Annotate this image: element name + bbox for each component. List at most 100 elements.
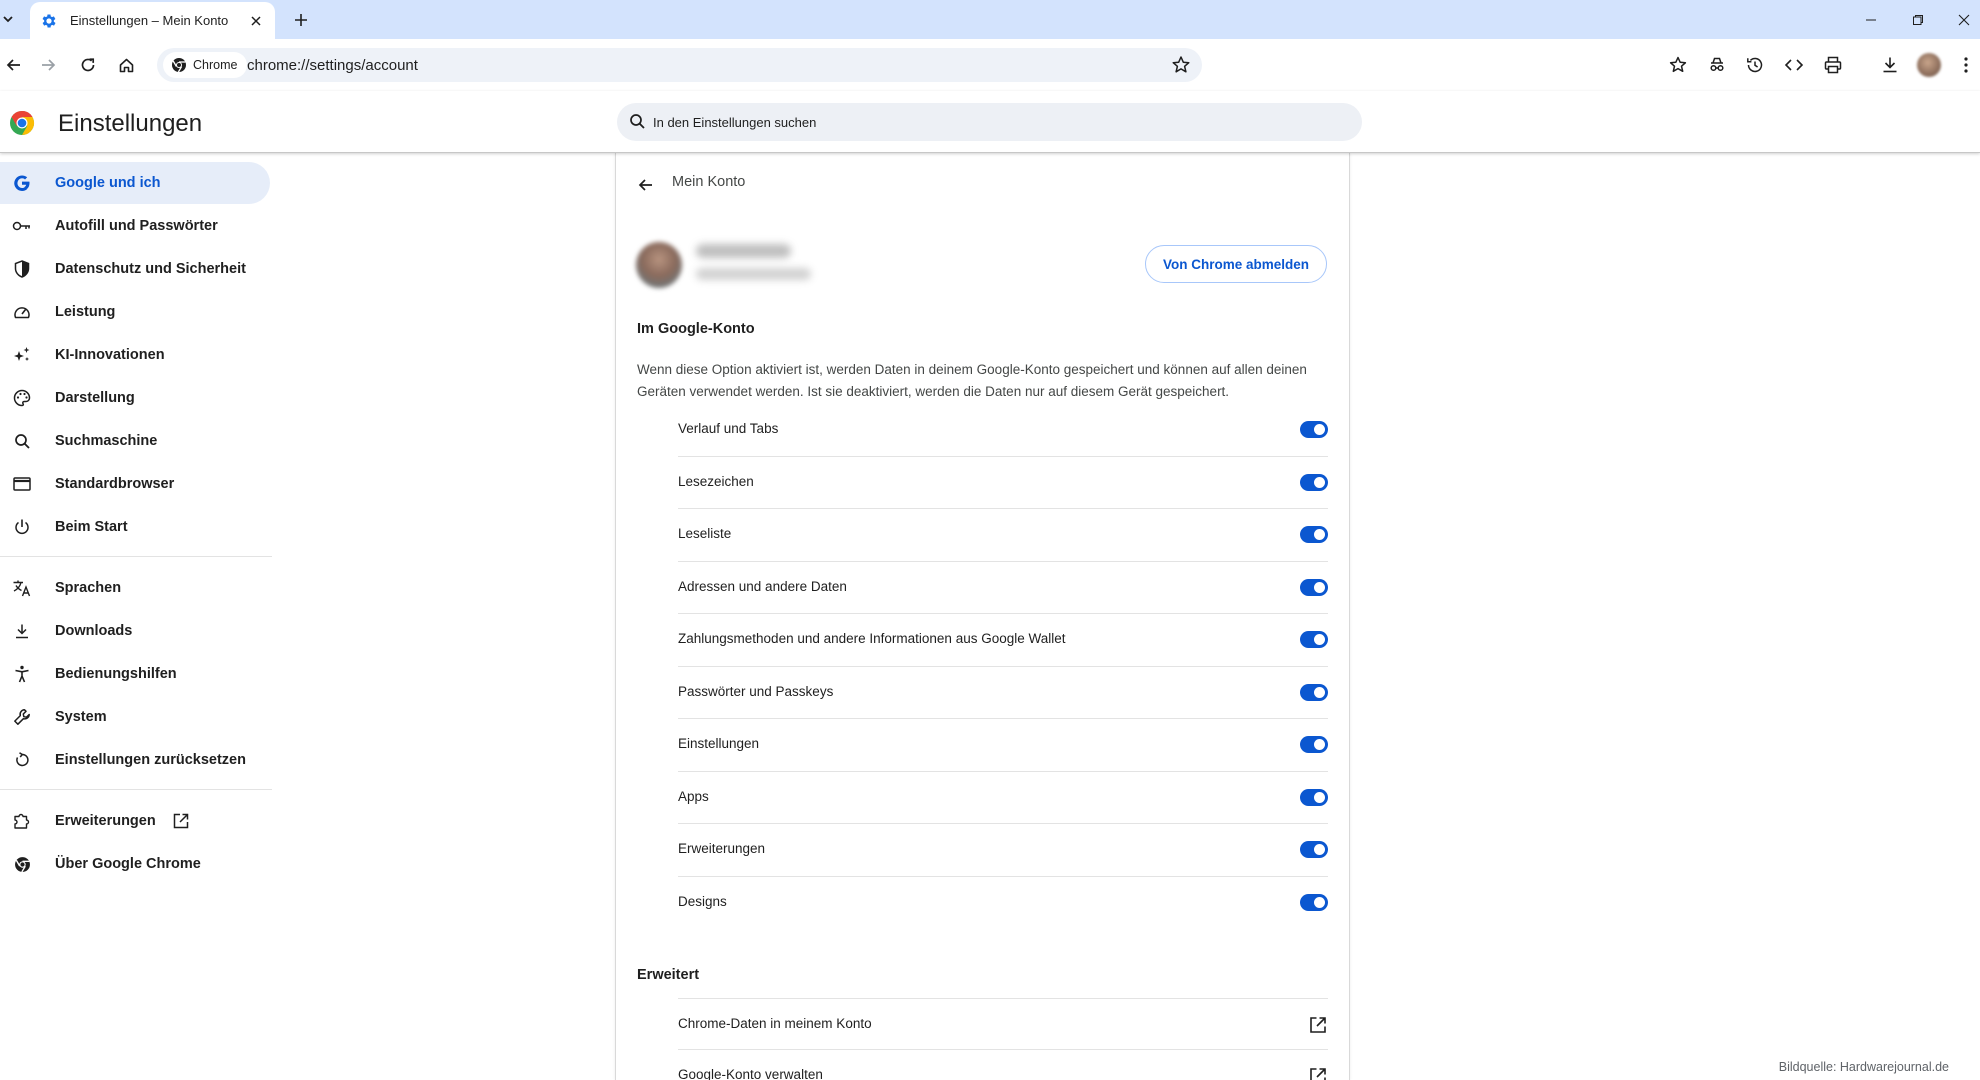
minimize-button[interactable] xyxy=(1847,0,1895,39)
link-label: Chrome-Daten in meinem Konto xyxy=(678,1016,872,1031)
link-row-google-account[interactable]: Google-Konto verwalten xyxy=(678,1049,1328,1080)
sidebar-item-suchmaschine[interactable]: Suchmaschine xyxy=(0,420,270,462)
bookmark-star-icon[interactable] xyxy=(1170,54,1192,76)
puzzle-icon xyxy=(12,811,32,831)
arrow-left-icon xyxy=(6,59,20,71)
bookmarks-button[interactable] xyxy=(1664,51,1692,79)
sidebar-item-label: Beim Start xyxy=(55,519,128,535)
sidebar-item-system[interactable]: System xyxy=(0,696,270,738)
download-icon xyxy=(1883,57,1897,73)
site-chip-label: Chrome xyxy=(193,58,238,72)
sidebar-item-label: Einstellungen zurücksetzen xyxy=(55,752,246,768)
sidebar-item-leistung[interactable]: Leistung xyxy=(0,291,270,333)
toggle-row: Apps xyxy=(678,771,1328,823)
incognito-button[interactable] xyxy=(1703,51,1731,79)
sidebar-item-label: System xyxy=(55,709,107,725)
sidebar-item-label: Bedienungshilfen xyxy=(55,666,177,682)
sidebar-item-zuruecksetzen[interactable]: Einstellungen zurücksetzen xyxy=(0,739,270,781)
toggle-label: Apps xyxy=(678,789,709,804)
external-link-icon xyxy=(173,813,189,829)
toggle-switch[interactable] xyxy=(1300,894,1328,911)
restore-button[interactable] xyxy=(1894,0,1942,39)
tab-search-dropdown[interactable] xyxy=(0,6,16,32)
signout-button[interactable]: Von Chrome abmelden xyxy=(1145,245,1327,283)
toggle-knob xyxy=(1314,897,1325,908)
history-button[interactable] xyxy=(1741,51,1769,79)
toggle-switch[interactable] xyxy=(1300,789,1328,806)
sidebar-item-label: Standardbrowser xyxy=(55,476,175,492)
sidebar-item-downloads[interactable]: Downloads xyxy=(0,610,270,652)
browser-toolbar: Chrome chrome://settings/account xyxy=(0,39,1980,91)
chevron-down-icon xyxy=(3,16,13,23)
toggle-label: Passwörter und Passkeys xyxy=(678,684,834,699)
sidebar-item-ueber-chrome[interactable]: Über Google Chrome xyxy=(0,843,270,885)
print-button[interactable] xyxy=(1819,51,1847,79)
url-text[interactable]: chrome://settings/account xyxy=(247,57,418,74)
sidebar-item-bedienungshilfen[interactable]: Bedienungshilfen xyxy=(0,653,270,695)
sidebar-item-autofill[interactable]: Autofill und Passwörter xyxy=(0,205,270,247)
reload-button[interactable] xyxy=(74,51,102,79)
toggle-knob xyxy=(1314,739,1325,750)
incognito-icon xyxy=(1710,57,1724,72)
forward-button[interactable] xyxy=(34,51,62,79)
toggle-knob xyxy=(1314,529,1325,540)
devtools-button[interactable] xyxy=(1780,51,1808,79)
printer-icon xyxy=(1824,56,1842,74)
menu-button[interactable] xyxy=(1956,51,1976,79)
window-close-button[interactable] xyxy=(1940,0,1980,39)
reload-icon xyxy=(81,58,95,72)
search-input[interactable] xyxy=(653,103,1333,141)
sidebar-divider xyxy=(0,789,272,790)
toggle-switch[interactable] xyxy=(1300,841,1328,858)
external-link-icon xyxy=(1310,1017,1326,1033)
sidebar-item-google-und-ich[interactable]: Google und ich xyxy=(0,162,270,204)
sidebar-item-ki-innovationen[interactable]: KI-Innovationen xyxy=(0,334,270,376)
toggle-label: Verlauf und Tabs xyxy=(678,421,779,436)
sidebar-item-darstellung[interactable]: Darstellung xyxy=(0,377,270,419)
sidebar-item-beim-start[interactable]: Beim Start xyxy=(0,506,270,548)
sidebar-item-label: KI-Innovationen xyxy=(55,347,165,363)
advanced-heading: Erweitert xyxy=(637,967,700,983)
toggle-switch[interactable] xyxy=(1300,579,1328,596)
image-source-watermark: Bildquelle: Hardwarejournal.de xyxy=(1778,1060,1949,1074)
link-row-chrome-data[interactable]: Chrome-Daten in meinem Konto xyxy=(678,998,1328,1050)
restore-icon xyxy=(1913,14,1923,25)
chrome-icon xyxy=(12,854,32,874)
settings-search[interactable] xyxy=(617,103,1362,141)
profile-button[interactable] xyxy=(1915,51,1943,79)
sidebar-item-datenschutz[interactable]: Datenschutz und Sicherheit xyxy=(0,248,270,290)
sidebar-item-label: Erweiterungen xyxy=(55,813,156,829)
back-button[interactable] xyxy=(0,51,28,79)
site-info-chip[interactable]: Chrome xyxy=(163,52,248,78)
settings-sidebar: Google und ich Autofill und Passwörter D… xyxy=(0,153,280,1080)
home-button[interactable] xyxy=(112,51,140,79)
accessibility-icon xyxy=(12,664,32,684)
tab-close-button[interactable] xyxy=(247,12,265,30)
sidebar-item-erweiterungen[interactable]: Erweiterungen xyxy=(0,800,270,842)
address-bar[interactable]: Chrome chrome://settings/account xyxy=(157,48,1202,82)
sidebar-item-label: Leistung xyxy=(55,304,116,320)
more-vert-icon xyxy=(1964,57,1968,73)
toggle-label: Adressen und andere Daten xyxy=(678,579,847,594)
home-icon xyxy=(119,58,133,72)
chrome-icon xyxy=(172,58,186,73)
reset-icon xyxy=(12,750,32,770)
toggle-label: Lesezeichen xyxy=(678,474,754,489)
toggle-switch[interactable] xyxy=(1300,526,1328,543)
toggle-label: Leseliste xyxy=(678,526,732,541)
toggle-switch[interactable] xyxy=(1300,421,1328,438)
toggle-label: Einstellungen xyxy=(678,736,760,751)
browser-tab-active[interactable]: Einstellungen – Mein Konto xyxy=(30,2,275,39)
back-arrow-button[interactable] xyxy=(634,173,658,197)
sidebar-item-standardbrowser[interactable]: Standardbrowser xyxy=(0,463,270,505)
close-icon xyxy=(251,15,261,26)
toggle-switch[interactable] xyxy=(1300,474,1328,491)
sidebar-item-sprachen[interactable]: Sprachen xyxy=(0,567,270,609)
toggle-switch[interactable] xyxy=(1300,631,1328,648)
toggle-switch[interactable] xyxy=(1300,736,1328,753)
new-tab-button[interactable] xyxy=(289,8,313,32)
toggle-switch[interactable] xyxy=(1300,684,1328,701)
downloads-button[interactable] xyxy=(1876,51,1904,79)
code-icon xyxy=(1784,59,1804,71)
toggle-row: Lesezeichen xyxy=(678,456,1328,508)
